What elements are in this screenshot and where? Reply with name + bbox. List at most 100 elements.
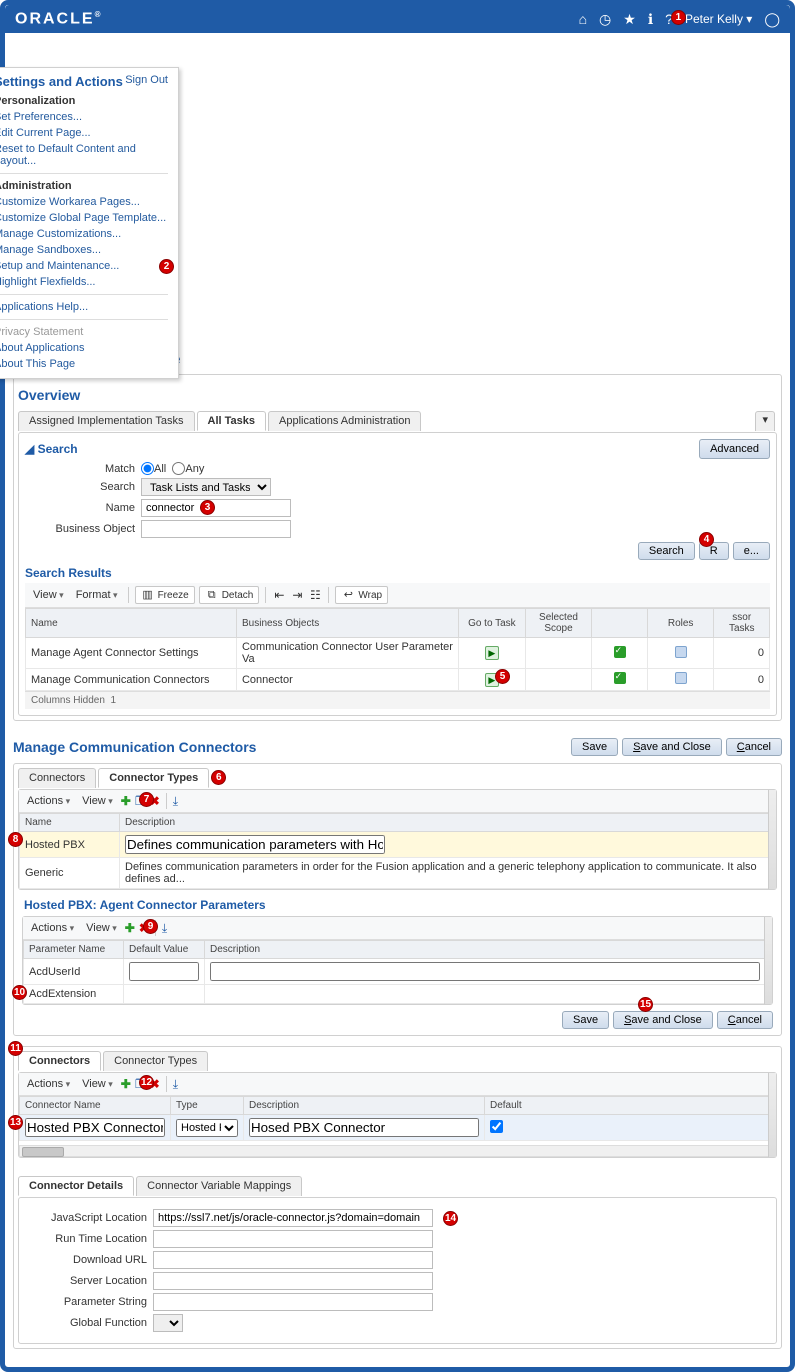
customize-global-template-item[interactable]: Customize Global Page Template... [0, 210, 168, 226]
col-name[interactable]: Name [20, 814, 120, 832]
reset-layout-item[interactable]: Reset to Default Content and Layout... [0, 141, 168, 169]
save-and-close-button[interactable]: Save and Close [622, 738, 722, 756]
col-connector-name[interactable]: Connector Name [20, 1097, 171, 1115]
col-param-name[interactable]: Parameter Name [24, 941, 124, 959]
tab-all-tasks[interactable]: All Tasks [197, 411, 267, 431]
cancel-button[interactable]: Cancel [717, 1011, 773, 1029]
default-checkbox[interactable] [490, 1120, 503, 1133]
highlight-flexfields-item[interactable]: Highlight Flexfields... [0, 274, 168, 290]
scrollbar[interactable] [768, 790, 776, 889]
clock-icon[interactable]: ◷ [599, 11, 611, 28]
match-any-radio[interactable] [172, 462, 185, 475]
view-menu[interactable]: View [78, 1078, 117, 1090]
add-icon[interactable]: ✚ [125, 921, 135, 935]
tab-connector-types[interactable]: Connector Types 6 [98, 768, 209, 788]
description-input[interactable] [125, 835, 385, 854]
manage-customizations-item[interactable]: Manage Customizations... [0, 226, 168, 242]
description-input[interactable] [249, 1118, 479, 1137]
js-location-input[interactable] [153, 1209, 433, 1227]
tab-connectors[interactable]: Connectors [18, 1051, 101, 1071]
roles-icon[interactable] [675, 646, 687, 658]
actions-menu[interactable]: Actions [23, 1078, 74, 1090]
tab-variable-mappings[interactable]: Connector Variable Mappings [136, 1176, 302, 1196]
col-description[interactable]: Description [244, 1097, 485, 1115]
edit-current-page-item[interactable]: Edit Current Page... [0, 125, 168, 141]
wrap-button[interactable]: ↩Wrap [335, 586, 388, 604]
col-description[interactable]: Description [205, 941, 772, 959]
export-icon[interactable]: ⤓ [162, 921, 167, 936]
table-row[interactable]: Generic Defines communication parameters… [20, 858, 776, 889]
actions-menu[interactable]: Actions [23, 795, 74, 807]
match-all-radio[interactable] [141, 462, 154, 475]
format-menu[interactable]: Format [72, 589, 122, 601]
col-scope[interactable]: Selected Scope [525, 609, 592, 638]
tab-assigned-tasks[interactable]: Assigned Implementation Tasks [18, 411, 195, 431]
save-search-button[interactable]: e... [733, 542, 770, 560]
col-goto[interactable]: Go to Task [459, 609, 526, 638]
table-row[interactable]: Manage Communication Connectors Connecto… [26, 669, 770, 691]
tab-connector-details[interactable]: Connector Details [18, 1176, 134, 1196]
global-function-select[interactable] [153, 1314, 183, 1332]
save-button[interactable]: Save [571, 738, 618, 756]
col-tasks[interactable]: ssor Tasks [714, 609, 770, 638]
col-bo[interactable]: Business Objects [236, 609, 458, 638]
search-section-header[interactable]: ◢ Search [25, 439, 78, 459]
col-default[interactable]: Default [485, 1097, 776, 1115]
tab-connector-types[interactable]: Connector Types [103, 1051, 208, 1071]
tab-connectors[interactable]: Connectors [18, 768, 96, 788]
search-button[interactable]: Search [638, 542, 695, 560]
detach-button[interactable]: ⧉Detach [199, 586, 260, 604]
manage-sandboxes-item[interactable]: Manage Sandboxes... [0, 242, 168, 258]
actions-menu[interactable]: Actions [27, 922, 78, 934]
cancel-button[interactable]: Cancel [726, 738, 782, 756]
add-icon[interactable]: ✚ [121, 1077, 131, 1091]
roles-icon[interactable] [675, 672, 687, 684]
server-location-input[interactable] [153, 1272, 433, 1290]
connector-name-input[interactable] [25, 1118, 165, 1137]
table-row[interactable]: 13 Hosted P [20, 1115, 776, 1141]
description-input[interactable] [210, 962, 760, 981]
table-row[interactable]: 8Hosted PBX [20, 832, 776, 858]
save-button[interactable]: Save [562, 1011, 609, 1029]
scrollbar[interactable] [768, 1073, 776, 1157]
customize-workarea-item[interactable]: Customize Workarea Pages... [0, 194, 168, 210]
about-applications-item[interactable]: About Applications [0, 340, 168, 356]
scrollbar[interactable] [764, 917, 772, 1004]
business-object-input[interactable] [141, 520, 291, 538]
col-description[interactable]: Description [120, 814, 776, 832]
export-icon[interactable]: ⤓ [173, 1077, 178, 1092]
search-type-select[interactable]: Task Lists and Tasks [141, 478, 271, 496]
star-icon[interactable]: ★ [623, 11, 636, 28]
horizontal-scrollbar[interactable] [19, 1145, 776, 1157]
outdent-icon[interactable]: ⇤ [272, 588, 286, 602]
advanced-button[interactable]: Advanced [699, 439, 770, 459]
export-icon[interactable]: ⤓ [173, 794, 178, 809]
col-name[interactable]: Name [26, 609, 237, 638]
accessibility-icon[interactable]: ◯ [764, 11, 780, 28]
runtime-location-input[interactable] [153, 1230, 433, 1248]
add-icon[interactable]: ✚ [121, 794, 131, 808]
save-and-close-button[interactable]: Save and Close [613, 1011, 713, 1029]
tab-applications-admin[interactable]: Applications Administration [268, 411, 421, 431]
download-url-input[interactable] [153, 1251, 433, 1269]
table-row[interactable]: Manage Agent Connector Settings Communic… [26, 638, 770, 669]
home-icon[interactable]: ⌂ [579, 11, 587, 27]
info-icon[interactable]: ℹ [648, 11, 653, 28]
col-type[interactable]: Type [171, 1097, 244, 1115]
user-menu[interactable]: Peter Kelly ▾ [685, 12, 752, 26]
tab-overflow[interactable]: ▾ [755, 411, 775, 431]
view-menu[interactable]: View [29, 589, 68, 601]
col-default-value[interactable]: Default Value [124, 941, 205, 959]
col-roles[interactable]: Roles [647, 609, 714, 638]
type-select[interactable]: Hosted P [176, 1119, 238, 1137]
default-value-input[interactable] [129, 962, 199, 981]
setup-maintenance-item[interactable]: Setup and Maintenance... 2 [0, 258, 168, 274]
view-menu[interactable]: View [78, 795, 117, 807]
go-to-task-icon[interactable]: ▶ [485, 646, 499, 660]
indent-icon[interactable]: ⇥ [290, 588, 304, 602]
name-input[interactable] [141, 499, 291, 517]
freeze-button[interactable]: ▥Freeze [135, 586, 195, 604]
view-menu[interactable]: View [82, 922, 121, 934]
table-row[interactable]: AcdUserId [24, 959, 772, 985]
about-this-page-item[interactable]: About This Page [0, 356, 168, 372]
